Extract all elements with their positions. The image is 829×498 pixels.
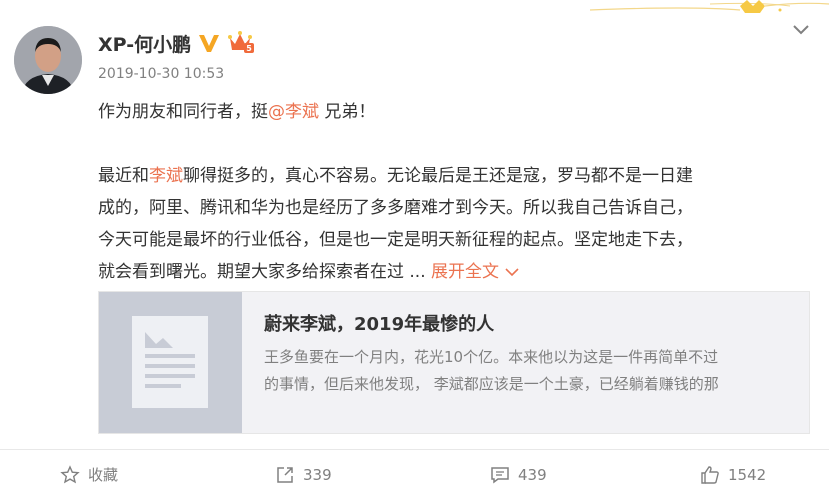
- document-placeholder-icon: [132, 316, 208, 408]
- comment-icon: [491, 466, 509, 483]
- action-bar: 收藏 339 439 1542: [0, 449, 829, 498]
- article-thumbnail: [99, 292, 242, 433]
- expand-full-text-link[interactable]: 展开全文: [431, 262, 519, 282]
- like-button[interactable]: 1542: [700, 450, 766, 498]
- mention-link[interactable]: @李斌: [268, 102, 319, 122]
- comment-button[interactable]: 439: [490, 450, 547, 498]
- favorite-button[interactable]: 收藏: [60, 450, 118, 498]
- article-title: 蔚来李斌，2019年最惨的人: [264, 314, 495, 335]
- avatar-photo: [14, 26, 82, 94]
- content-text: 聊得挺多的，真心不容易。无论最后是王还是寇，罗马都不是一日建: [183, 166, 693, 186]
- post-timestamp[interactable]: 2019-10-30 10:53: [98, 66, 224, 82]
- content-line: 作为朋友和同行者，挺@李斌 兄弟！: [98, 96, 810, 128]
- repost-button[interactable]: 339: [275, 450, 332, 498]
- content-text: 就会看到曙光。期望大家多给探索者在过 ...: [98, 262, 426, 282]
- content-line: 成的，阿里、腾讯和华为也是经历了多多磨难才到今天。所以我自己告诉自己，: [98, 198, 693, 218]
- favorite-label: 收藏: [88, 466, 119, 484]
- content-text: 作为朋友和同行者，挺: [98, 102, 268, 122]
- repost-icon: [277, 466, 293, 483]
- content-line: 今天可能是最坏的行业低谷，但是也一定是明天新征程的起点。坚定地走下去，: [98, 230, 693, 250]
- author-name[interactable]: XP-何小鹏: [98, 30, 191, 57]
- like-count: 1542: [728, 465, 767, 484]
- expand-label: 展开全文: [431, 262, 500, 282]
- mention-link[interactable]: 李斌: [149, 166, 183, 186]
- content-line: 最近和李斌聊得挺多的，真心不容易。无论最后是王还是寇，罗马都不是一日建: [98, 160, 810, 192]
- vip-crown-icon[interactable]: 5: [228, 30, 254, 54]
- article-description: 王多鱼要在一个月内，花光10个亿。本来他以为这是一件再简单不过 的事情，但后来他…: [264, 344, 794, 398]
- star-icon: [60, 464, 80, 483]
- decorative-ribbon-icon: [590, 0, 829, 13]
- content-line: 就会看到曙光。期望大家多给探索者在过 ... 展开全文: [98, 256, 810, 288]
- verified-v-icon: [199, 35, 219, 52]
- content-text: 最近和: [98, 166, 149, 186]
- article-desc-line: 的事情，但后来他发现， 李斌都应该是一个土豪，已经躺着赚钱的那: [264, 375, 719, 393]
- svg-text:5: 5: [246, 44, 252, 53]
- article-card[interactable]: 蔚来李斌，2019年最惨的人 王多鱼要在一个月内，花光10个亿。本来他以为这是一…: [98, 291, 810, 434]
- article-desc-line: 王多鱼要在一个月内，花光10个亿。本来他以为这是一件再简单不过: [264, 348, 719, 366]
- content-blank-line: [98, 128, 810, 160]
- avatar[interactable]: [14, 26, 82, 94]
- comment-count: 439: [518, 465, 547, 484]
- repost-count: 339: [303, 465, 332, 484]
- chevron-down-icon: [505, 268, 519, 277]
- chevron-down-icon[interactable]: [792, 24, 810, 36]
- post-content: 作为朋友和同行者，挺@李斌 兄弟！ 最近和李斌聊得挺多的，真心不容易。无论最后是…: [98, 96, 810, 288]
- content-text: 兄弟！: [319, 102, 376, 122]
- thumbs-up-icon: [701, 465, 719, 484]
